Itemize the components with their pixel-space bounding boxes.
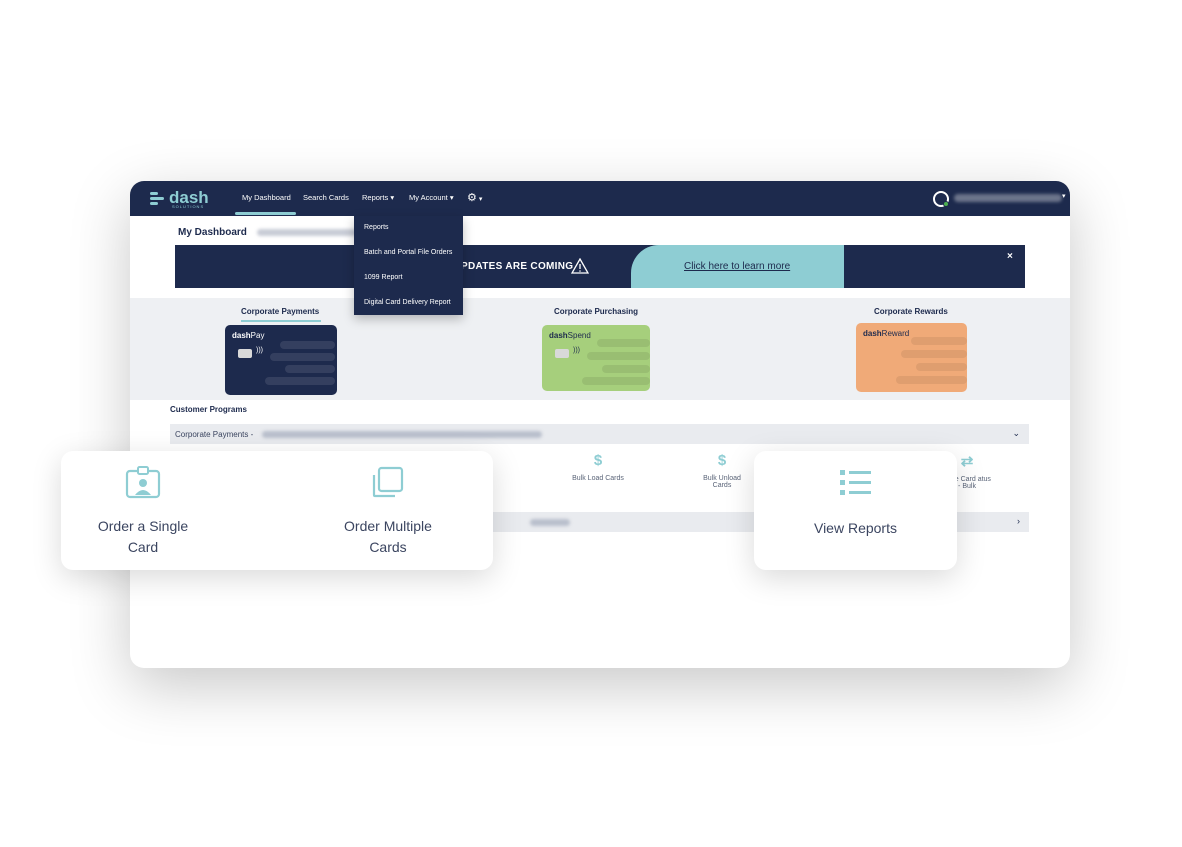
warning-icon: [571, 258, 589, 274]
program-label-payments[interactable]: Corporate Payments: [241, 307, 319, 316]
gear-icon[interactable]: ⚙ ▾: [467, 191, 482, 204]
menu-item-digital-card-delivery[interactable]: Digital Card Delivery Report: [364, 299, 451, 306]
id-badge-icon: [125, 466, 161, 499]
action-label: Bulk Load Cards: [572, 475, 624, 482]
bulk-load-cards-action[interactable]: $ Bulk Load Cards: [563, 452, 633, 482]
nav-my-account-label: My Account: [409, 193, 448, 202]
customer-programs-title: Customer Programs: [170, 405, 247, 414]
dash-spend-card[interactable]: dashSpend ))): [542, 325, 650, 391]
menu-item-1099-report[interactable]: 1099 Report: [364, 274, 403, 281]
dollar-icon: $: [593, 452, 603, 469]
nav-reports[interactable]: Reports ▾: [362, 193, 394, 202]
dash-reward-card[interactable]: dashReward: [856, 323, 967, 392]
list-icon: [840, 470, 871, 495]
active-program-indicator: [241, 320, 321, 322]
view-reports-button[interactable]: View Reports: [774, 518, 937, 539]
card-brand: dashPay: [232, 331, 265, 340]
card-brand: dashSpend: [549, 331, 591, 340]
menu-item-reports[interactable]: Reports: [364, 224, 389, 231]
action-label: Bulk Unload Cards: [703, 475, 741, 489]
program-cards-strip: Corporate Payments Corporate Purchasing …: [130, 298, 1070, 400]
order-actions-card: Order a Single Card Order Multiple Cards: [61, 451, 493, 570]
top-navigation: dash SOLUTIONS My Dashboard Search Cards…: [130, 181, 1070, 216]
banner-cta[interactable]: Click here to learn more: [631, 245, 844, 288]
caret-down-icon: ▾: [449, 193, 454, 202]
program-label-rewards[interactable]: Corporate Rewards: [874, 307, 948, 316]
page-title: My Dashboard: [178, 227, 247, 238]
program-accordion[interactable]: Corporate Payments - ⌄: [170, 424, 1029, 444]
dash-pay-card[interactable]: dashPay ))): [225, 325, 337, 395]
program-name-blurred: [262, 431, 542, 438]
logo-subtitle: SOLUTIONS: [172, 204, 205, 209]
bulk-unload-cards-action[interactable]: $ Bulk Unload Cards: [696, 452, 748, 489]
chip-icon: [555, 349, 569, 358]
accordion-label: Corporate Payments -: [175, 430, 254, 439]
order-multiple-cards-button[interactable]: Order Multiple Cards: [326, 516, 450, 558]
chevron-right-icon[interactable]: ›: [1017, 516, 1020, 526]
close-icon[interactable]: ×: [1007, 251, 1013, 262]
reports-dropdown-menu: Reports Batch and Portal File Orders 109…: [354, 216, 463, 315]
view-reports-card[interactable]: View Reports: [754, 451, 957, 570]
nav-my-dashboard[interactable]: My Dashboard: [242, 193, 291, 202]
dollar-icon: $: [717, 452, 727, 469]
chip-icon: [238, 349, 252, 358]
copy-cards-icon: [372, 466, 404, 498]
online-status-dot: [943, 201, 949, 207]
menu-item-batch-orders[interactable]: Batch and Portal File Orders: [364, 249, 452, 256]
chevron-down-icon[interactable]: ⌄: [1012, 428, 1020, 439]
contactless-icon: ))): [573, 347, 580, 354]
order-single-card-button[interactable]: Order a Single Card: [83, 516, 203, 558]
nav-my-account[interactable]: My Account ▾: [409, 193, 454, 202]
nav-reports-label: Reports: [362, 193, 389, 202]
chevron-down-icon[interactable]: ▾: [1062, 192, 1066, 200]
contactless-icon: ))): [256, 347, 263, 354]
announcement-banner: PDATES ARE COMING Click here to learn mo…: [175, 245, 1025, 288]
company-name-blurred: [257, 229, 357, 236]
active-tab-indicator: [235, 212, 296, 215]
logo-mark-icon: [150, 190, 166, 206]
program-name-blurred: [530, 519, 570, 526]
user-name-blurred[interactable]: [954, 194, 1062, 202]
card-brand: dashReward: [863, 329, 910, 338]
nav-search-cards[interactable]: Search Cards: [303, 193, 349, 202]
caret-down-icon: ▾: [390, 193, 395, 202]
user-avatar[interactable]: [933, 191, 949, 207]
program-label-purchasing[interactable]: Corporate Purchasing: [554, 307, 638, 316]
banner-text: PDATES ARE COMING: [461, 261, 574, 272]
learn-more-link[interactable]: Click here to learn more: [684, 261, 790, 272]
app-window: dash SOLUTIONS My Dashboard Search Cards…: [130, 181, 1070, 668]
